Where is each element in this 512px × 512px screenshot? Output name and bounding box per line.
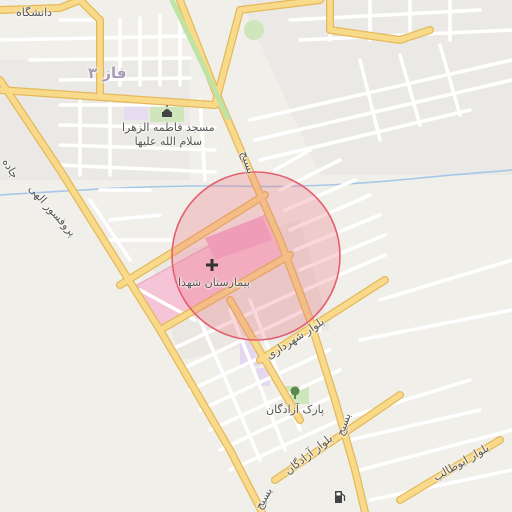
hospital-cross-icon[interactable] (205, 258, 219, 272)
fuel-icon[interactable] (334, 490, 346, 504)
label-park: پارک آزادگان (266, 403, 325, 416)
map-base (0, 0, 512, 512)
mosque-icon[interactable] (160, 104, 174, 118)
map-canvas[interactable]: دانشگاه فاز ۳ مسجد فاطمه الزهرا سلام الل… (0, 0, 512, 512)
tree-icon[interactable] (288, 386, 302, 400)
label-mosque: مسجد فاطمه الزهرا سلام الله علیها (122, 121, 215, 148)
highlight-circle (171, 171, 341, 341)
roundabout-green (244, 20, 264, 40)
label-hospital: بیمارستان شهدا (178, 276, 250, 289)
label-district: فاز ۳ (88, 64, 127, 82)
label-university: دانشگاه (16, 6, 53, 19)
